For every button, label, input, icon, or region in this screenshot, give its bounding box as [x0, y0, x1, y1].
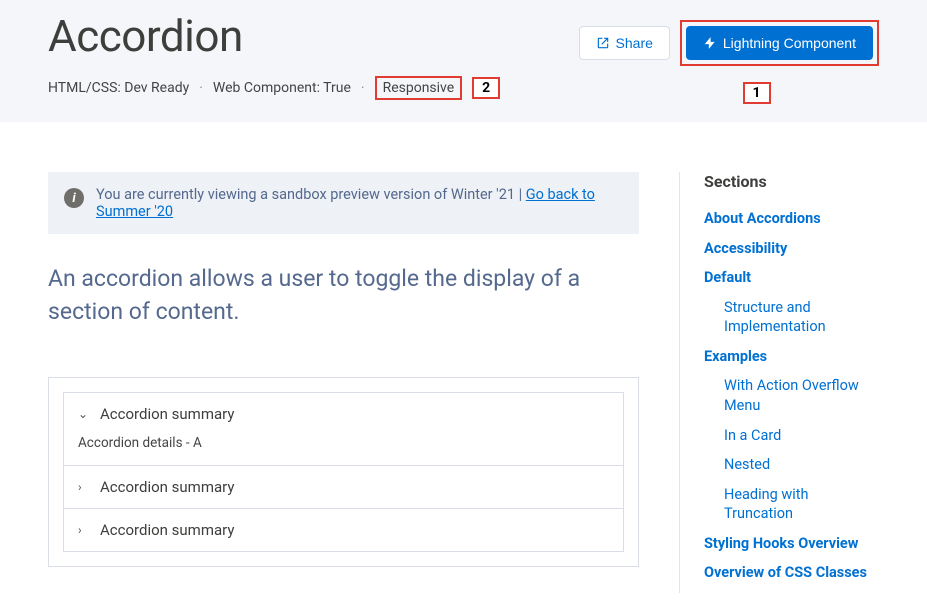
lightning-highlight: Lightning Component — [680, 20, 879, 66]
accordion-item: › Accordion summary — [63, 465, 624, 508]
accordion-header[interactable]: › Accordion summary — [64, 466, 623, 508]
accordion-example: ⌄ Accordion summary Accordion details - … — [48, 377, 639, 567]
toc-item: With Action Overflow Menu — [704, 376, 879, 415]
header-actions: Share Lightning Component 1 — [579, 20, 879, 66]
toc-link-card[interactable]: In a Card — [724, 427, 781, 444]
accordion-item: › Accordion summary — [63, 508, 624, 552]
meta-separator: · — [199, 80, 203, 96]
toc-item: Accessibility — [704, 239, 879, 259]
chevron-down-icon: ⌄ — [78, 407, 90, 421]
toc-link-overflow[interactable]: With Action Overflow Menu — [724, 377, 859, 414]
accordion-details: Accordion details - A — [64, 435, 623, 465]
share-label: Share — [616, 35, 653, 51]
toc-item: In a Card — [704, 426, 879, 446]
main-column: i You are currently viewing a sandbox pr… — [48, 172, 639, 593]
sidebar-title: Sections — [704, 172, 879, 191]
header-left: Accordion HTML/CSS: Dev Ready · Web Comp… — [48, 10, 579, 100]
toc-item: Structure and Implementation — [704, 298, 879, 337]
accordion-header[interactable]: ⌄ Accordion summary — [64, 393, 623, 435]
chevron-right-icon: › — [78, 523, 90, 537]
meta-line: HTML/CSS: Dev Ready · Web Component: Tru… — [48, 76, 579, 100]
toc-link-css-classes[interactable]: Overview of CSS Classes — [704, 564, 867, 581]
toc-link-examples[interactable]: Examples — [704, 348, 767, 365]
lightning-icon — [703, 36, 717, 50]
accordion-header[interactable]: › Accordion summary — [64, 509, 623, 551]
toc-item: Styling Hooks Overview — [704, 534, 879, 554]
toc-link-structure[interactable]: Structure and Implementation — [724, 299, 826, 336]
toc-item: About Accordions — [704, 209, 879, 229]
toc-list: About Accordions Accessibility Default S… — [704, 209, 879, 583]
accordion-item: ⌄ Accordion summary Accordion details - … — [63, 392, 624, 465]
toc-link-nested[interactable]: Nested — [724, 456, 770, 473]
meta-separator: · — [361, 80, 365, 96]
meta-webcomponent: Web Component: True — [213, 80, 351, 96]
page-header: Accordion HTML/CSS: Dev Ready · Web Comp… — [0, 0, 927, 122]
info-text: You are currently viewing a sandbox prev… — [96, 186, 623, 220]
toc-link-accessibility[interactable]: Accessibility — [704, 240, 787, 257]
toc-item: Overview of CSS Classes — [704, 563, 879, 583]
meta-responsive: Responsive — [383, 80, 455, 96]
body: i You are currently viewing a sandbox pr… — [0, 122, 927, 613]
accordion-summary: Accordion summary — [100, 405, 234, 423]
accordion-summary: Accordion summary — [100, 478, 234, 496]
accordion-summary: Accordion summary — [100, 521, 234, 539]
toc-link-default[interactable]: Default — [704, 269, 751, 286]
toc-link-about[interactable]: About Accordions — [704, 210, 821, 227]
intro-text: An accordion allows a user to toggle the… — [48, 262, 639, 329]
toc-link-styling-hooks[interactable]: Styling Hooks Overview — [704, 535, 858, 552]
share-button[interactable]: Share — [579, 26, 670, 60]
page-title: Accordion — [48, 10, 579, 62]
info-prefix: You are currently viewing a sandbox prev… — [96, 186, 526, 203]
meta-responsive-highlight: Responsive — [375, 76, 463, 100]
share-icon — [596, 36, 610, 50]
toc-item: Examples — [704, 347, 879, 367]
toc-link-truncation[interactable]: Heading with Truncation — [724, 486, 809, 523]
callout-2: 2 — [472, 77, 500, 99]
toc-item: Heading with Truncation — [704, 485, 879, 524]
callout-1: 1 — [743, 82, 771, 104]
info-banner: i You are currently viewing a sandbox pr… — [48, 172, 639, 234]
chevron-right-icon: › — [78, 480, 90, 494]
sidebar: Sections About Accordions Accessibility … — [679, 172, 879, 593]
meta-htmlcss: HTML/CSS: Dev Ready — [48, 80, 189, 96]
lightning-component-button[interactable]: Lightning Component — [686, 26, 873, 60]
toc-item: Default — [704, 268, 879, 288]
info-icon: i — [64, 188, 84, 208]
toc-item: Nested — [704, 455, 879, 475]
lightning-label: Lightning Component — [723, 35, 856, 51]
